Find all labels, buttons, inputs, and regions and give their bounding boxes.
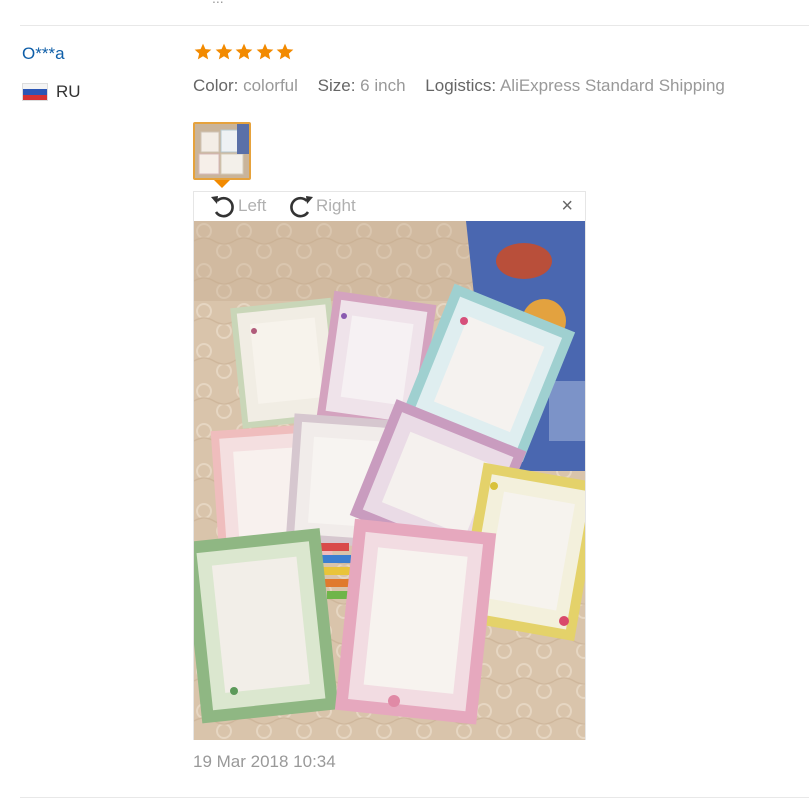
rotate-left-label: Left <box>238 196 267 215</box>
attr-color: Color: colorful <box>193 76 298 95</box>
reviewer-country: RU <box>22 82 81 102</box>
rotate-right-icon <box>290 196 313 218</box>
flag-ru-icon <box>22 83 48 101</box>
attr-size: Size: 6 inch <box>318 76 406 95</box>
review-card: ... O***a RU Color: colorful Size: 6 inc… <box>0 0 809 809</box>
reviewer-name: O***a <box>22 44 65 63</box>
country-code: RU <box>56 82 81 101</box>
attr-value: AliExpress Standard Shipping <box>499 76 725 95</box>
divider <box>20 25 809 26</box>
review-date: 19 Mar 2018 10:34 <box>193 752 336 771</box>
attr-logistics: Logistics: AliExpress Standard Shipping <box>425 76 725 95</box>
rotate-left-button[interactable]: Left <box>208 192 266 220</box>
photo-viewer: Left Right × <box>193 191 586 740</box>
star-icon <box>234 42 254 62</box>
attr-value: 6 inch <box>360 76 406 95</box>
star-rating <box>193 42 296 62</box>
attr-key: Color: <box>193 76 239 95</box>
review-photo <box>194 221 585 740</box>
star-icon <box>214 42 234 62</box>
thumbnail-pointer <box>214 180 230 188</box>
review-photo-thumbnail[interactable] <box>193 122 251 180</box>
attr-key: Logistics: <box>425 76 497 95</box>
attr-key: Size: <box>317 76 356 95</box>
rotate-right-label: Right <box>316 196 356 215</box>
viewer-toolbar: Left Right × <box>194 192 587 220</box>
star-icon <box>193 42 213 62</box>
star-icon <box>255 42 275 62</box>
rotate-right-button[interactable]: Right <box>286 192 356 220</box>
close-icon[interactable]: × <box>561 196 573 216</box>
attr-value: colorful <box>243 76 298 95</box>
divider <box>20 797 809 798</box>
order-attributes: Color: colorful Size: 6 inch Logistics: … <box>193 76 740 96</box>
rotate-left-icon <box>211 196 234 218</box>
previous-review-text: ... <box>212 0 224 6</box>
star-icon <box>275 42 295 62</box>
